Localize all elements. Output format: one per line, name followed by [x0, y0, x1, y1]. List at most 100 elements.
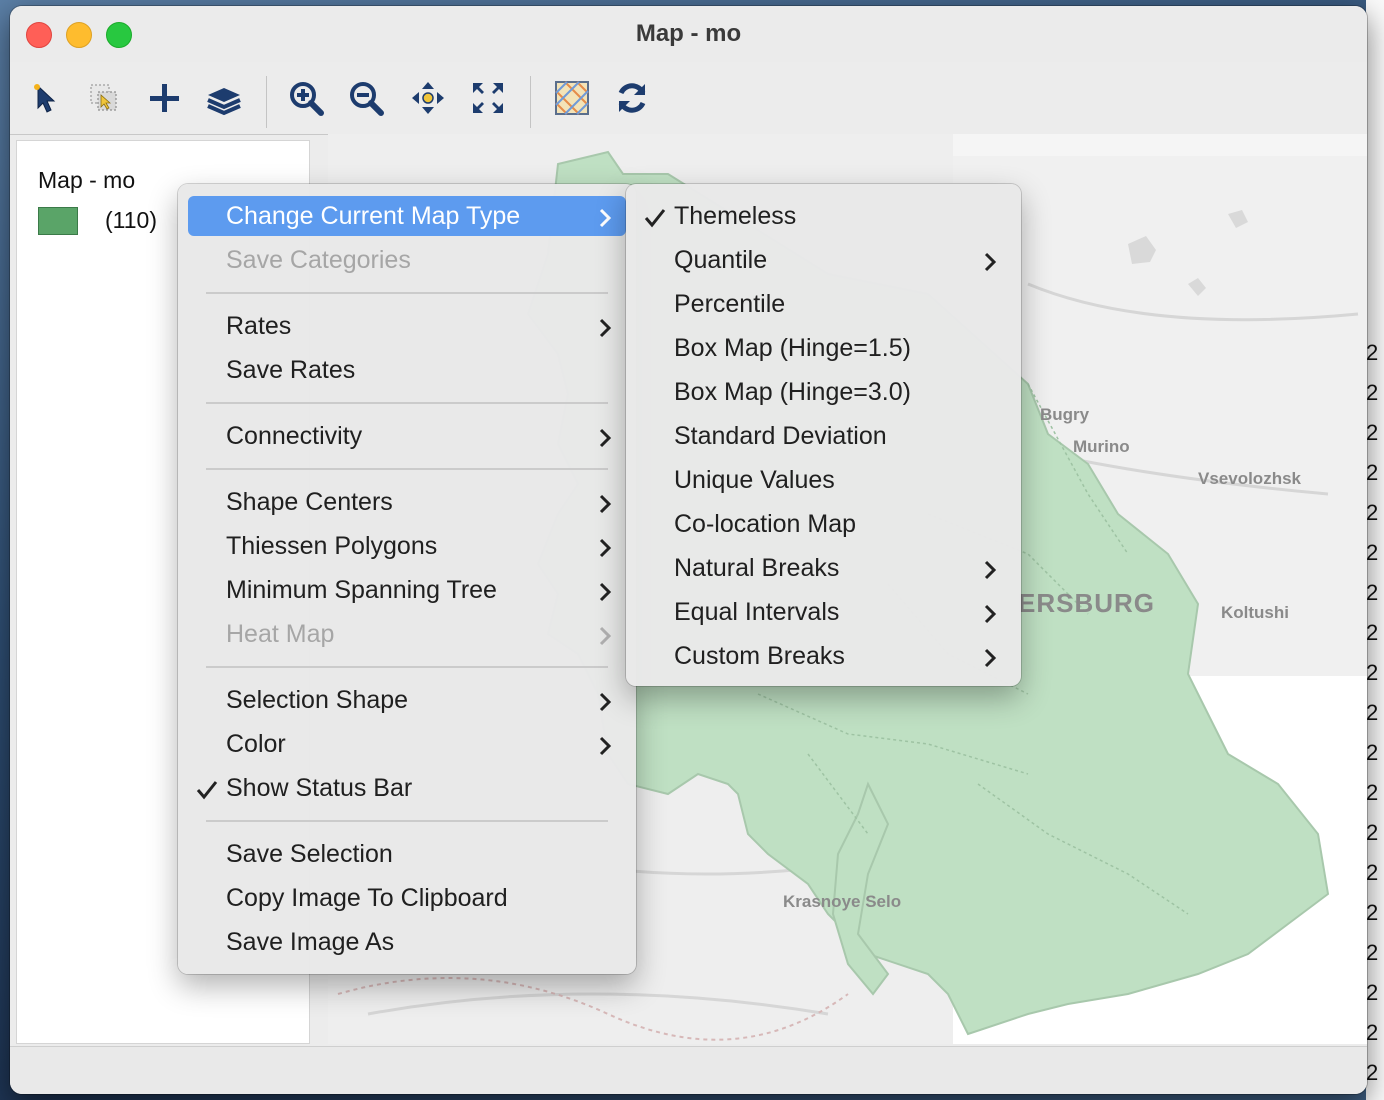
submenu-item-natural-breaks[interactable]: Natural Breaks [636, 548, 1011, 588]
map-toolbar [10, 62, 1367, 135]
checkmark-icon [644, 206, 666, 235]
map-label-city: ERSBURG [1018, 588, 1155, 618]
chevron-right-icon [598, 492, 612, 521]
background-text-fragment: 2 [1366, 660, 1379, 685]
background-text-fragment: 2 [1366, 620, 1379, 645]
submenu-item-themeless[interactable]: Themeless [636, 196, 1011, 236]
chevron-right-icon [598, 690, 612, 719]
menu-item-label: Save Rates [226, 356, 356, 384]
chevron-right-icon [598, 624, 612, 653]
menu-item-label: Copy Image To Clipboard [226, 884, 508, 912]
submenu-item-percentile[interactable]: Percentile [636, 284, 1011, 324]
map-label-vsevolozhsk: Vsevolozhsk [1198, 469, 1302, 488]
map-label-bugry: Bugry [1040, 405, 1090, 424]
legend-title: Map - mo [38, 167, 136, 193]
map-type-submenu: Themeless Quantile Percentile Box Map (H… [626, 184, 1021, 686]
add-layer-icon[interactable] [142, 76, 186, 120]
submenu-item-custom-breaks[interactable]: Custom Breaks [636, 636, 1011, 676]
menu-item-label: Box Map (Hinge=3.0) [674, 378, 911, 406]
menu-item-label: Themeless [674, 202, 797, 230]
menu-separator [206, 820, 608, 822]
map-window: Map - mo Map - mo (110) Bugry Murino Vse… [10, 6, 1367, 1094]
menu-item-thiessen-polygons[interactable]: Thiessen Polygons [188, 526, 626, 566]
background-text-fragment: 2 [1366, 780, 1379, 805]
menu-item-label: Standard Deviation [674, 422, 887, 450]
menu-item-label: Shape Centers [226, 488, 393, 516]
submenu-item-unique-values[interactable]: Unique Values [636, 460, 1011, 500]
menu-item-label: Natural Breaks [674, 554, 840, 582]
background-text-fragment: 2 [1366, 460, 1379, 485]
chevron-right-icon [598, 426, 612, 455]
menu-item-save-image-as[interactable]: Save Image As [188, 922, 626, 962]
menu-item-label: Color [226, 730, 286, 758]
toolbar-separator [530, 76, 531, 128]
menu-item-label: Unique Values [674, 466, 835, 494]
chevron-right-icon [983, 558, 997, 587]
menu-item-minimum-spanning-tree[interactable]: Minimum Spanning Tree [188, 570, 626, 610]
map-label-koltushi: Koltushi [1221, 603, 1289, 622]
submenu-item-co-location-map[interactable]: Co-location Map [636, 504, 1011, 544]
zoom-out-icon[interactable] [344, 76, 388, 120]
chevron-right-icon [983, 646, 997, 675]
menu-item-color[interactable]: Color [188, 724, 626, 764]
menu-item-save-rates[interactable]: Save Rates [188, 350, 626, 390]
status-bar [10, 1046, 1367, 1094]
background-text-fragment: 2 [1366, 820, 1379, 845]
menu-item-selection-shape[interactable]: Selection Shape [188, 680, 626, 720]
menu-item-label: Percentile [674, 290, 786, 318]
submenu-item-equal-intervals[interactable]: Equal Intervals [636, 592, 1011, 632]
select-tool-icon[interactable] [24, 76, 68, 120]
refresh-icon[interactable] [610, 76, 654, 120]
menu-item-connectivity[interactable]: Connectivity [188, 416, 626, 456]
background-text-fragment: 2 [1366, 340, 1379, 365]
menu-item-label: Save Selection [226, 840, 393, 868]
menu-item-show-status-bar[interactable]: Show Status Bar [188, 768, 626, 808]
map-label-murino: Murino [1073, 437, 1130, 456]
menu-item-label: Rates [226, 312, 292, 340]
zoom-in-icon[interactable] [284, 76, 328, 120]
legend-color-swatch[interactable] [38, 207, 78, 235]
legend-item-count: (110) [105, 207, 157, 233]
menu-item-label: Minimum Spanning Tree [226, 576, 497, 604]
menu-item-save-categories[interactable]: Save Categories [188, 240, 626, 280]
layers-icon[interactable] [202, 76, 246, 120]
menu-item-rates[interactable]: Rates [188, 306, 626, 346]
background-text-fragment: 2 [1366, 1020, 1379, 1045]
title-bar[interactable]: Map - mo [10, 6, 1367, 62]
menu-item-heat-map[interactable]: Heat Map [188, 614, 626, 654]
background-text-fragment: 2 [1366, 500, 1379, 525]
menu-item-copy-image-to-clipboard[interactable]: Copy Image To Clipboard [188, 878, 626, 918]
background-text-fragment: 2 [1366, 980, 1379, 1005]
menu-item-label: Co-location Map [674, 510, 857, 538]
menu-item-shape-centers[interactable]: Shape Centers [188, 482, 626, 522]
chevron-right-icon [598, 316, 612, 345]
menu-item-label: Save Categories [226, 246, 411, 274]
select-rectangle-icon[interactable] [82, 76, 126, 120]
background-text-fragment: 2 [1366, 900, 1379, 925]
full-extent-icon[interactable] [466, 76, 510, 120]
checkmark-icon [196, 778, 218, 807]
menu-item-label: Save Image As [226, 928, 395, 956]
toolbar-separator [266, 76, 267, 128]
menu-item-label: Heat Map [226, 620, 335, 648]
menu-separator [206, 402, 608, 404]
chevron-right-icon [598, 536, 612, 565]
chevron-right-icon [598, 580, 612, 609]
menu-separator [206, 292, 608, 294]
pan-icon[interactable] [406, 76, 450, 120]
menu-item-save-selection[interactable]: Save Selection [188, 834, 626, 874]
menu-item-change-current-map-type[interactable]: Change Current Map Type [188, 196, 626, 236]
menu-separator [206, 666, 608, 668]
background-text-fragment: 2 [1366, 540, 1379, 565]
submenu-item-box-map-3-0[interactable]: Box Map (Hinge=3.0) [636, 372, 1011, 412]
chevron-right-icon [598, 206, 612, 235]
submenu-item-standard-deviation[interactable]: Standard Deviation [636, 416, 1011, 456]
submenu-item-box-map-1-5[interactable]: Box Map (Hinge=1.5) [636, 328, 1011, 368]
map-context-menu: Change Current Map Type Save Categories … [178, 184, 636, 974]
background-text-fragment: 2 [1366, 420, 1379, 445]
map-label-krasnoye-selo: Krasnoye Selo [783, 892, 901, 911]
background-text-fragment: 2 [1366, 860, 1379, 885]
submenu-item-quantile[interactable]: Quantile [636, 240, 1011, 280]
basemap-icon[interactable] [550, 76, 594, 120]
menu-item-label: Box Map (Hinge=1.5) [674, 334, 911, 362]
